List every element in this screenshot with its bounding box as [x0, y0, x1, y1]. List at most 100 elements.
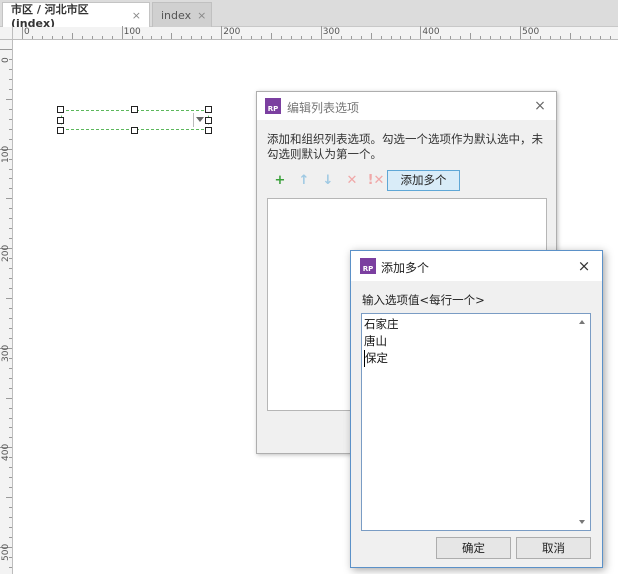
options-textarea[interactable]: 石家庄 唐山 保定 — [361, 313, 591, 531]
close-icon[interactable]: × — [532, 98, 548, 114]
ruler-tick — [9, 517, 12, 519]
ruler-corner — [0, 27, 13, 40]
add-icon[interactable]: + — [271, 172, 289, 190]
ruler-tick — [6, 497, 12, 499]
add-multiple-button[interactable]: 添加多个 — [387, 170, 460, 191]
dialog-titlebar[interactable]: RP 添加多个 × — [351, 251, 602, 281]
ruler-tick — [440, 36, 442, 39]
ruler-tick — [609, 36, 611, 39]
ruler-tick — [9, 467, 12, 469]
ruler-label: 400 — [1, 444, 11, 462]
ruler-label: 300 — [322, 27, 340, 37]
ruler-vertical: 0 100 200 300 400 500 — [0, 27, 13, 574]
ruler-tick — [450, 36, 452, 39]
ruler-tick — [9, 88, 12, 90]
tab-index[interactable]: index × — [152, 2, 212, 27]
dialog-description: 添加和组织列表选项。勾选一个选项作为默认选中，未勾选则默认为第一个。 — [267, 132, 543, 161]
ruler-tick — [51, 36, 53, 39]
ruler-tick — [9, 238, 12, 240]
close-icon[interactable]: × — [576, 258, 592, 274]
dialog-title: 添加多个 — [381, 261, 430, 275]
cancel-button[interactable]: 取消 — [516, 537, 591, 559]
ruler-tick — [171, 33, 173, 39]
ruler-tick — [71, 33, 73, 39]
ruler-tick — [6, 198, 12, 200]
ruler-tick — [91, 36, 93, 39]
ruler-tick — [520, 26, 521, 39]
ruler-tick — [6, 98, 12, 100]
ruler-label: 500 — [522, 27, 540, 37]
ok-button[interactable]: 确定 — [436, 537, 511, 559]
ruler-tick — [61, 36, 63, 39]
ruler-tick — [569, 33, 571, 39]
ruler-tick — [211, 36, 213, 39]
ruler-tick — [9, 78, 12, 80]
ruler-tick — [41, 36, 43, 39]
move-up-icon[interactable]: ↑ — [295, 172, 313, 190]
tab-city[interactable]: 市区 / 河北市区 (index) × — [2, 2, 150, 30]
ruler-tick — [141, 36, 143, 39]
close-icon[interactable]: × — [132, 9, 141, 22]
tab-bar: 市区 / 河北市区 (index) × index × — [0, 0, 618, 30]
ruler-tick — [9, 228, 12, 230]
dialog-title: 编辑列表选项 — [287, 101, 360, 115]
ruler-tick — [9, 268, 12, 270]
ruler-tick — [9, 118, 12, 120]
delete-all-icon[interactable]: !✕ — [367, 172, 385, 190]
ruler-tick — [320, 26, 322, 39]
resize-handle[interactable] — [57, 127, 64, 134]
ruler-tick — [9, 537, 12, 539]
ruler-tick — [221, 26, 223, 39]
ruler-tick — [241, 36, 243, 39]
ruler-tick — [290, 36, 292, 39]
ruler-label: 400 — [422, 27, 440, 37]
ruler-tick — [0, 49, 12, 50]
ruler-tick — [9, 317, 12, 319]
scroll-up-icon[interactable] — [579, 320, 585, 324]
close-icon[interactable]: × — [197, 9, 206, 22]
textarea-line: 唐山 — [364, 334, 387, 348]
resize-handle[interactable] — [205, 106, 212, 113]
ruler-tick — [9, 218, 12, 220]
ruler-tick — [380, 36, 382, 39]
ruler-tick — [9, 477, 12, 479]
ruler-tick — [500, 36, 502, 39]
resize-handle[interactable] — [57, 117, 64, 124]
ruler-tick — [9, 307, 12, 309]
delete-icon[interactable]: ✕ — [343, 172, 361, 190]
tab-label: index — [161, 8, 192, 22]
ruler-tick — [510, 36, 512, 39]
resize-handle[interactable] — [131, 127, 138, 134]
dropdown-divider — [193, 113, 194, 127]
textarea-line: 石家庄 — [364, 317, 399, 331]
ruler-tick — [360, 36, 362, 39]
ruler-tick — [9, 208, 12, 210]
ruler-tick — [539, 36, 541, 39]
ruler-tick — [9, 487, 12, 489]
ruler-label: 100 — [123, 27, 141, 37]
resize-handle[interactable] — [205, 127, 212, 134]
ruler-tick — [420, 26, 422, 39]
ruler-tick — [9, 138, 12, 140]
ruler-tick — [9, 507, 12, 509]
ruler-tick — [340, 36, 342, 39]
move-down-icon[interactable]: ↓ — [319, 172, 337, 190]
resize-handle[interactable] — [131, 106, 138, 113]
ruler-label: 100 — [1, 145, 11, 163]
ruler-label: 0 — [24, 27, 30, 37]
ruler-tick — [31, 36, 33, 39]
scroll-down-icon[interactable] — [579, 520, 585, 524]
ruler-tick — [310, 36, 312, 39]
resize-handle[interactable] — [205, 117, 212, 124]
ruler-tick — [9, 288, 12, 290]
resize-handle[interactable] — [57, 106, 64, 113]
ruler-tick — [410, 36, 412, 39]
ruler-tick — [280, 36, 282, 39]
dialog-titlebar[interactable]: RP 编辑列表选项 × — [257, 92, 556, 120]
ruler-tick — [9, 108, 12, 110]
ruler-tick — [9, 327, 12, 329]
ruler-tick — [350, 36, 352, 39]
ruler-tick — [490, 36, 492, 39]
ruler-tick — [9, 188, 12, 190]
ruler-tick — [460, 36, 462, 39]
